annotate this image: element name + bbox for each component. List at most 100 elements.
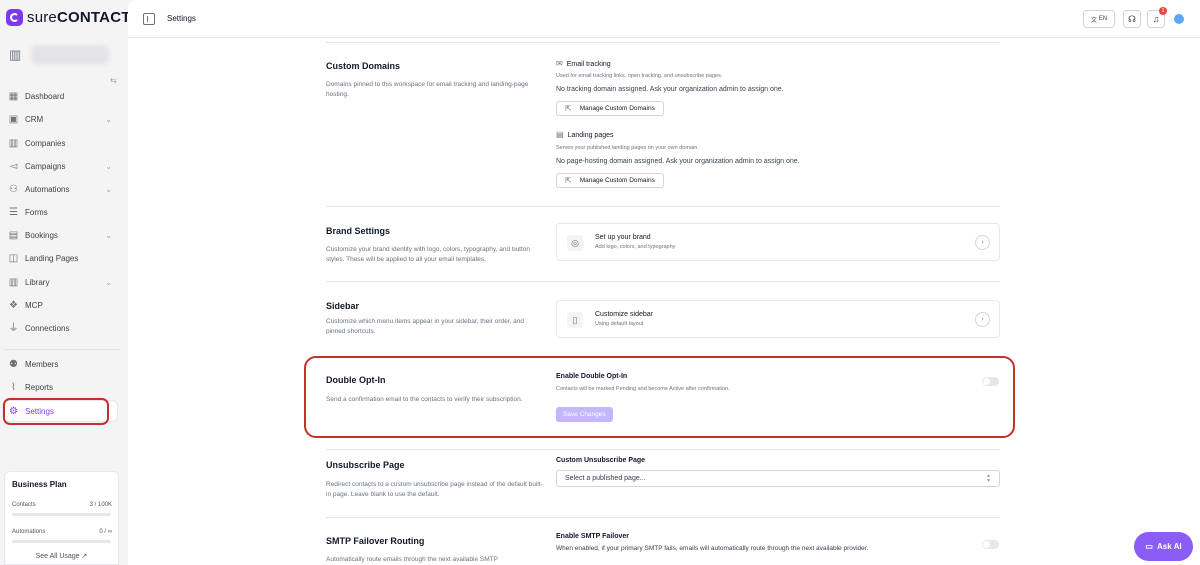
sidebar-item-label: Forms <box>25 207 48 217</box>
headset-icon: ☊ <box>1128 13 1136 24</box>
sidebar-item-label: CRM <box>25 114 44 124</box>
document-icon: ▤ <box>556 130 564 139</box>
sidebar-item-mcp[interactable]: ❖ MCP <box>8 296 116 314</box>
sidebar-item-dashboard[interactable]: ▦ Dashboard <box>8 87 116 105</box>
external-link-icon: ⇱ <box>565 176 572 185</box>
sidebar-item-members[interactable]: ⚉ Members <box>8 355 116 373</box>
sidebar-item-bookings[interactable]: ▤ Bookings ⌄ <box>8 226 116 244</box>
sidebar-item-landing-pages[interactable]: ◫ Landing Pages <box>8 249 116 267</box>
library-icon: ▥ <box>8 276 19 288</box>
brand-setup-card[interactable]: ◎ Set up your brand Add logo, colors, an… <box>556 223 1000 261</box>
unsubscribe-page-select[interactable]: Select a published page... ▴ ▾ <box>556 470 1000 487</box>
unsubscribe-title: Unsubscribe Page <box>326 460 405 470</box>
chart-icon: ⌇ <box>11 381 16 393</box>
see-all-usage-link[interactable]: See All Usage ↗ <box>5 552 118 560</box>
section-divider <box>326 517 1000 518</box>
unsubscribe-desc: Redirect contacts to a custom unsubscrib… <box>326 481 543 498</box>
sidebar-item-automations[interactable]: ⚇ Automations ⌄ <box>8 180 116 198</box>
sidebar-toggle-icon[interactable] <box>143 13 155 25</box>
building-icon: ▥ <box>9 47 22 62</box>
sidebar-item-label: Members <box>25 359 59 369</box>
plan-title: Business Plan <box>12 480 67 489</box>
language-switcher[interactable]: 文 EN <box>1083 10 1115 28</box>
mail-icon: ✉ <box>556 59 563 68</box>
section-divider <box>326 42 1000 43</box>
automations-usage-row: Automations 0 / ∞ <box>12 529 112 535</box>
double-chevron-icon[interactable]: ⇆ <box>110 76 117 85</box>
smtp-sub: When enabled, if your primary SMTP fails… <box>556 545 869 552</box>
notification-badge: 1 <box>1159 7 1167 15</box>
landing-pages-label: ▤ Landing pages <box>556 130 614 139</box>
notifications-button[interactable]: ♫ 1 <box>1147 7 1167 28</box>
email-tracking-label: ✉ Email tracking <box>556 59 611 68</box>
layout-icon: ◫ <box>8 252 19 264</box>
sidebar-item-library[interactable]: ▥ Library ⌄ <box>8 273 116 291</box>
sidebar-item-reports[interactable]: ⌇ Reports <box>8 378 116 396</box>
sidebar-item-label: Library <box>25 277 50 287</box>
custom-domains-title: Custom Domains <box>326 61 401 71</box>
brand-card-sub: Add logo, colors, and typography <box>595 244 676 250</box>
unsubscribe-label: Custom Unsubscribe Page <box>556 457 646 464</box>
sidebar-settings-title: Sidebar <box>326 301 360 311</box>
sidebar-card-sub: Using default layout <box>595 321 644 327</box>
sidebar-item-label: Landing Pages <box>25 253 79 263</box>
section-divider <box>326 449 1000 450</box>
sidebar-item-label: Companies <box>25 138 66 148</box>
chevron-down-icon: ⌄ <box>105 184 112 194</box>
automations-label: Automations <box>12 529 46 535</box>
users-icon: ⚉ <box>9 358 18 370</box>
settings-highlight-box <box>3 398 109 425</box>
sidebar-item-label: Campaigns <box>25 161 66 171</box>
language-label: EN <box>1098 16 1108 22</box>
logo-suffix: CONTACT <box>56 9 131 26</box>
contacts-label: Contacts <box>12 502 36 508</box>
sidebar-item-crm[interactable]: ▣ CRM ⌄ <box>8 110 116 128</box>
brand-settings-desc: Customize your brand identity with logo,… <box>326 246 531 263</box>
nav-divider <box>4 349 120 350</box>
section-divider <box>326 281 1000 282</box>
smtp-label: Enable SMTP Failover <box>556 533 630 540</box>
flow-icon: ⚇ <box>9 183 18 195</box>
chevron-right-icon: › <box>975 312 990 327</box>
plan-card: Business Plan Contacts 3 / 100K Automati… <box>4 471 119 565</box>
sidebar-item-label: Dashboard <box>25 91 65 101</box>
crm-icon: ▣ <box>8 113 19 125</box>
workspace-switcher[interactable]: ▥ <box>9 45 109 65</box>
sidebar-item-companies[interactable]: ▥ Companies <box>8 134 116 152</box>
ask-ai-label: Ask AI <box>1156 542 1182 551</box>
manage-domains-email-button[interactable]: ⇱ Manage Custom Domains <box>556 101 664 116</box>
logo-prefix: sure <box>27 9 57 26</box>
dashboard-icon: ▦ <box>8 90 19 102</box>
bell-icon: ♫ <box>1152 14 1160 24</box>
sidebar-item-label: Bookings <box>25 230 58 240</box>
building-icon: ▥ <box>8 137 19 149</box>
sidebar-item-campaigns[interactable]: ◅ Campaigns ⌄ <box>8 157 116 175</box>
contacts-usage-row: Contacts 3 / 100K <box>12 502 112 508</box>
smtp-failover-toggle[interactable] <box>982 540 999 549</box>
contacts-usage-bar <box>12 513 111 516</box>
main-content: Settings 文 EN ☊ ♫ 1 Custom Domains Domains… <box>128 0 1200 565</box>
sidebar-item-forms[interactable]: ☰ Forms <box>8 203 116 221</box>
ask-ai-button[interactable]: ▭ Ask AI <box>1134 532 1193 561</box>
chevron-down-icon: ⌄ <box>105 277 112 287</box>
app-logo[interactable]: sureCONTACT <box>6 9 131 26</box>
customize-sidebar-card[interactable]: ▯ Customize sidebar Using default layout… <box>556 300 1000 338</box>
sidebar: sureCONTACT ▥ ⇆ ▦ Dashboard ▣ CRM ⌄ ▥ Companie… <box>0 0 131 565</box>
email-tracking-text: No tracking domain assigned. Ask your or… <box>556 86 784 93</box>
automations-value: 0 / ∞ <box>99 529 112 535</box>
logo-mark-icon <box>6 9 23 26</box>
manage-domains-landing-button[interactable]: ⇱ Manage Custom Domains <box>556 173 664 188</box>
landing-pages-text: No page-hosting domain assigned. Ask you… <box>556 158 800 165</box>
avatar[interactable] <box>1174 14 1184 24</box>
email-tracking-sub: Used for email tracking links, open trac… <box>556 73 723 79</box>
mcp-icon: ❖ <box>9 299 18 311</box>
sidebar-layout-icon: ▯ <box>567 312 583 328</box>
sidebar-item-connections[interactable]: ⏚ Connections <box>8 319 116 337</box>
brand-settings-title: Brand Settings <box>326 226 391 236</box>
smtp-title: SMTP Failover Routing <box>326 536 425 546</box>
chat-icon: ▭ <box>1145 542 1153 551</box>
support-button[interactable]: ☊ <box>1123 10 1141 28</box>
megaphone-icon: ◅ <box>9 160 18 172</box>
sidebar-item-label: Reports <box>25 382 54 392</box>
custom-domains-desc: Domains pinned to this workspace for ema… <box>326 81 529 98</box>
